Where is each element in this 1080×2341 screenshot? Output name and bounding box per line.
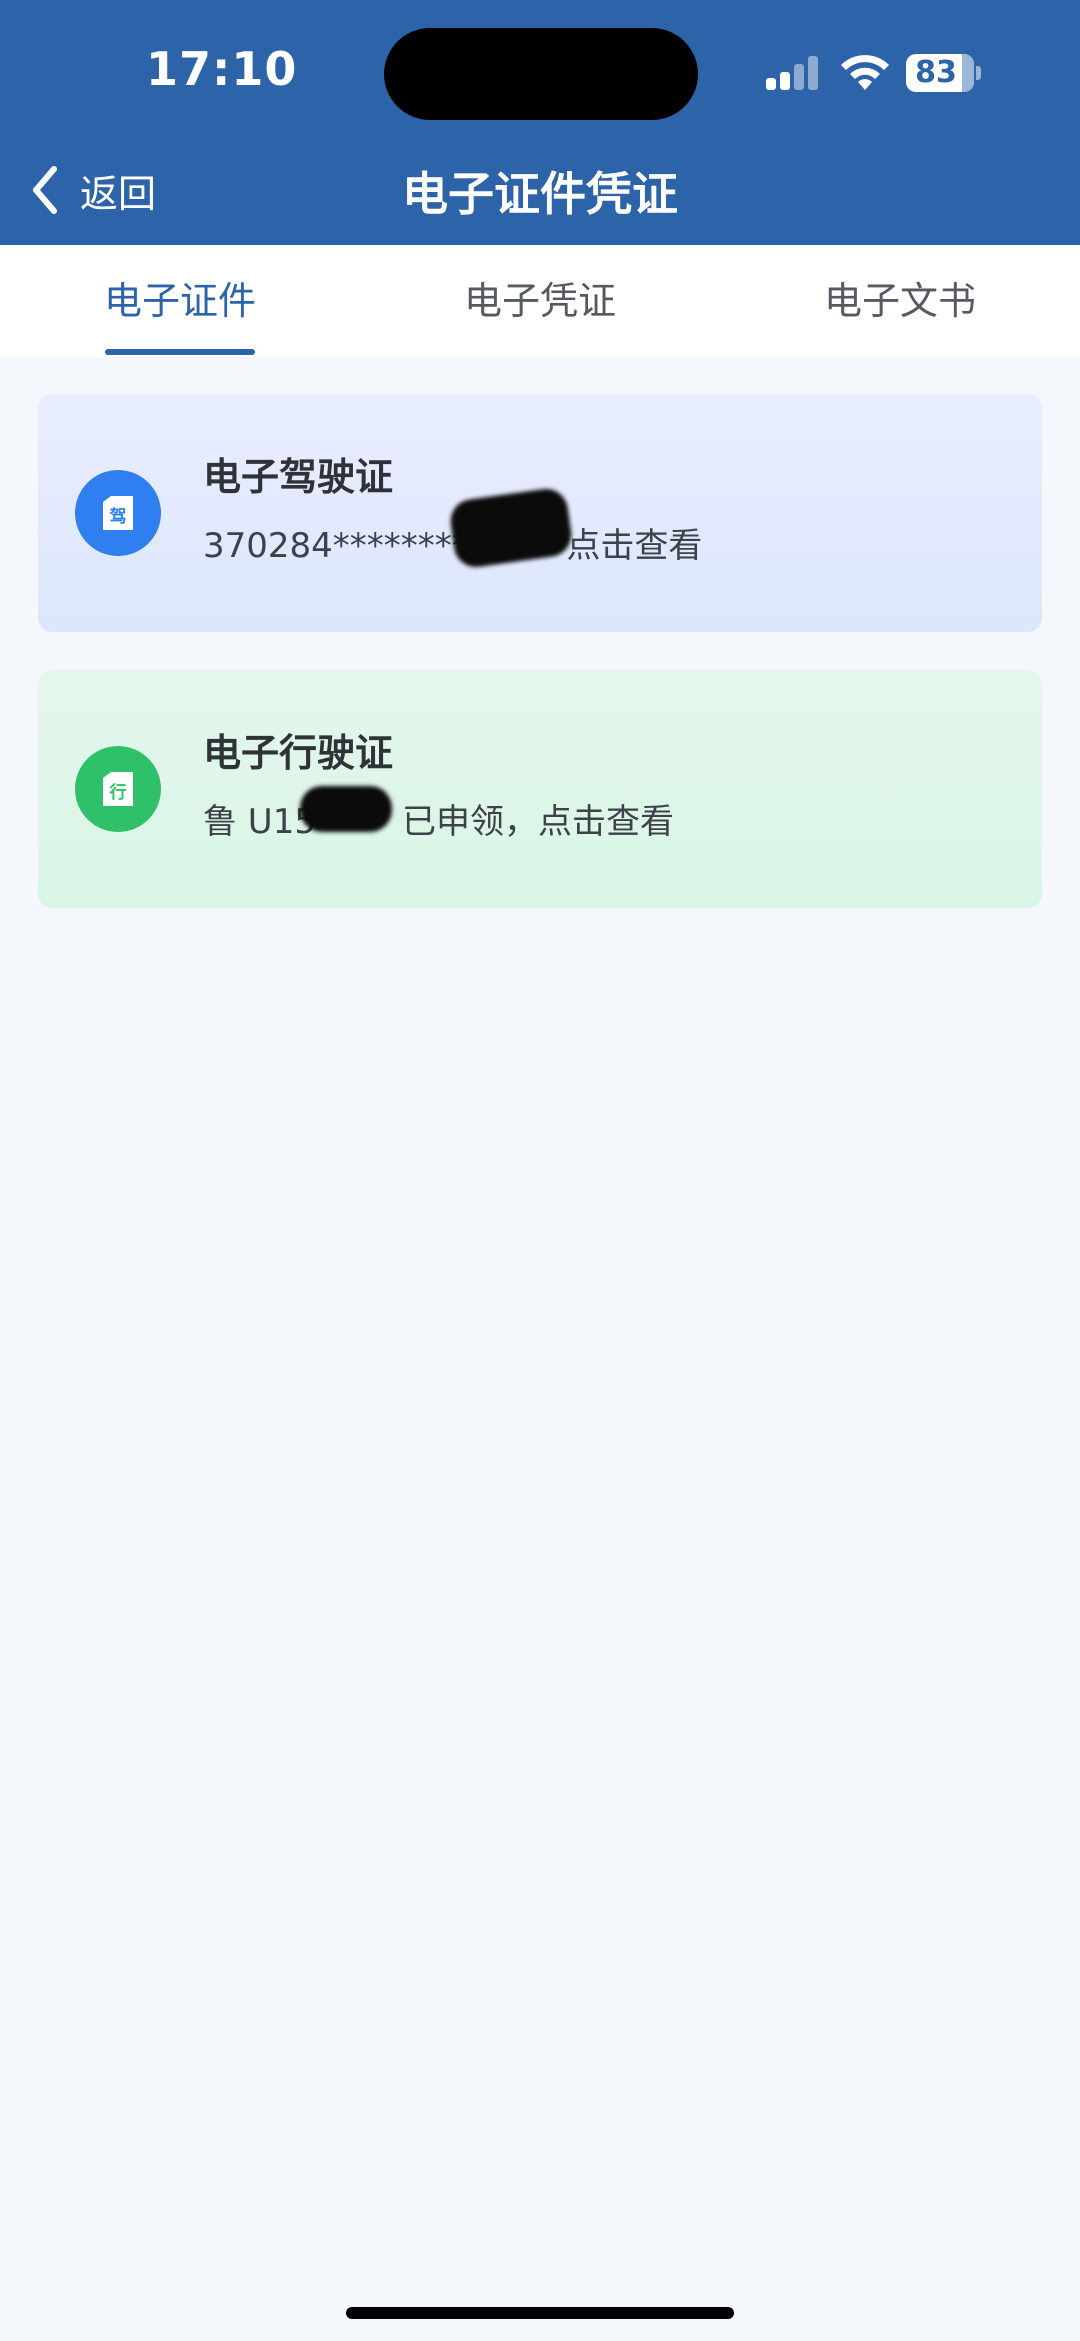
license-number: 370284********3 [203, 526, 491, 566]
dynamic-island [384, 28, 698, 120]
tab-bar: 电子证件 电子凭证 电子文书 [0, 245, 1080, 357]
tab-electronic-certificates[interactable]: 电子证件 [60, 245, 300, 357]
redaction-mark [300, 786, 392, 832]
cellular-signal-icon [766, 56, 822, 90]
vehicle-license-title: 电子行驶证 [203, 731, 394, 775]
chevron-left-icon [33, 166, 57, 214]
status-time: 17:10 [146, 42, 298, 96]
battery-percentage: 83 [915, 55, 957, 90]
home-indicator[interactable] [346, 2307, 734, 2319]
vehicle-license-icon-glyph: 行 [109, 782, 127, 803]
back-button[interactable]: 返回 [28, 160, 156, 220]
driver-license-title: 电子驾驶证 [203, 455, 394, 499]
vehicle-license-card[interactable]: 行 电子行驶证 鲁 U15 已申领，点击查看 [38, 670, 1042, 908]
page-title: 电子证件凭证 [402, 167, 678, 221]
battery-indicator: 83 [906, 54, 981, 92]
vehicle-license-icon: 行 [75, 746, 161, 832]
driver-license-icon: 驾 [75, 470, 161, 556]
app-header: 17:10 83 返回 电子证件凭证 [0, 0, 1080, 245]
back-label: 返回 [80, 171, 157, 216]
tab-electronic-documents[interactable]: 电子文书 [780, 245, 1020, 357]
apply-status: 已申领，点击查看 [401, 802, 674, 842]
active-tab-indicator [105, 349, 255, 355]
view-hint: 点击查看 [566, 526, 703, 566]
vehicle-license-subtitle: 鲁 U15 已申领，点击查看 [203, 794, 674, 843]
wifi-icon [841, 55, 889, 90]
driver-license-card[interactable]: 驾 电子驾驶证 370284********3 点击查看 [38, 394, 1042, 632]
tab-electronic-vouchers[interactable]: 电子凭证 [420, 245, 660, 357]
driver-license-icon-glyph: 驾 [110, 507, 127, 527]
